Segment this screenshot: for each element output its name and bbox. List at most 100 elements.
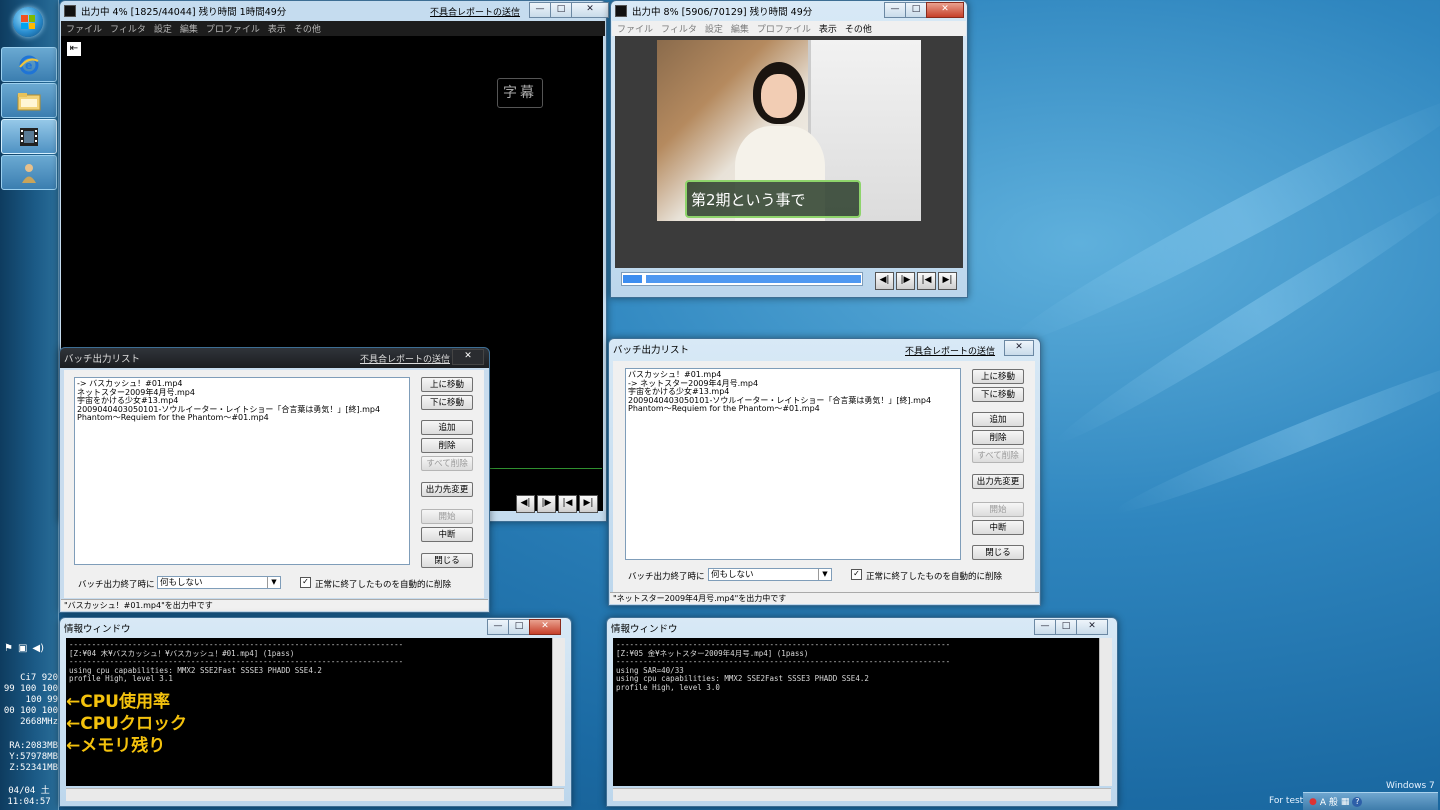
auto-delete-checkbox[interactable]: ✓ — [851, 569, 862, 580]
ime-tool-icon[interactable]: ▦ — [1341, 797, 1350, 807]
menu-item[interactable]: ファイル — [66, 22, 102, 35]
abort-button[interactable]: 中断 — [421, 527, 473, 542]
menu-item[interactable]: プロファイル — [206, 22, 260, 35]
close-button[interactable]: ✕ — [529, 619, 561, 635]
close-button[interactable]: ✕ — [1004, 340, 1034, 356]
change-destination-button[interactable]: 出力先変更 — [972, 474, 1024, 489]
menu-item[interactable]: 編集 — [731, 22, 749, 35]
next-frame-button[interactable]: |▶ — [537, 495, 556, 513]
close-dialog-button[interactable]: 閉じる — [972, 545, 1024, 560]
ime-indicator[interactable]: A 般 — [1320, 795, 1338, 808]
cpu-model: Ci7 920 — [20, 673, 58, 683]
next-frame-button[interactable]: |▶ — [896, 272, 915, 290]
speaker-icon[interactable]: ◀) — [32, 643, 44, 654]
cpu-usage-row: 99 100 100 — [3, 684, 58, 694]
batch-panel: -> バスカッシュ！#01.mp4 ネットスター2009年4月号.mp4 宇宙をかけ… — [64, 370, 484, 598]
go-start-button[interactable]: |◀ — [558, 495, 577, 513]
taskbar-explorer-button[interactable] — [1, 83, 57, 118]
minimize-button[interactable]: — — [884, 2, 906, 18]
bug-report-link[interactable]: 不具合レポートの送信 — [360, 352, 450, 365]
menu-item[interactable]: その他 — [845, 22, 872, 35]
internet-explorer-icon: e — [19, 55, 39, 74]
menu-item[interactable]: プロファイル — [757, 22, 811, 35]
prev-frame-button[interactable]: ◀| — [875, 272, 894, 290]
delete-button[interactable]: 削除 — [421, 438, 473, 453]
list-item[interactable]: Phantom～Requiem for the Phantom～#01.mp4 — [77, 413, 407, 423]
menu-item[interactable]: その他 — [294, 22, 321, 35]
close-button[interactable]: ✕ — [926, 2, 964, 18]
change-destination-button[interactable]: 出力先変更 — [421, 482, 473, 497]
close-dialog-button[interactable]: 閉じる — [421, 553, 473, 568]
menu-item[interactable]: 設定 — [154, 22, 172, 35]
batch-end-select[interactable]: 何もしない ▼ — [157, 576, 281, 589]
alert-icon[interactable]: ● — [1309, 797, 1317, 807]
minimize-button[interactable]: — — [487, 619, 509, 635]
batch-end-select[interactable]: 何もしない ▼ — [708, 568, 832, 581]
abort-button[interactable]: 中断 — [972, 520, 1024, 535]
bug-report-link[interactable]: 不具合レポートの送信 — [905, 344, 995, 357]
close-button[interactable]: ✕ — [452, 349, 484, 365]
menu-item[interactable]: 表示 — [819, 22, 837, 35]
batch-end-label: バッチ出力終了時に — [78, 580, 155, 590]
bug-report-link[interactable]: 不具合レポートの送信 — [430, 5, 520, 18]
clock[interactable]: 04/04 土 11:04:57 — [0, 786, 58, 808]
progress-track[interactable] — [621, 272, 863, 286]
start-button[interactable]: 開始 — [421, 509, 473, 524]
menu-item[interactable]: フィルタ — [661, 22, 697, 35]
delete-all-button[interactable]: すべて削除 — [421, 456, 473, 471]
menu-item[interactable]: フィルタ — [110, 22, 146, 35]
list-item[interactable]: Phantom～Requiem for the Phantom～#01.mp4 — [628, 404, 958, 414]
close-button[interactable]: ✕ — [1076, 619, 1108, 635]
horizontal-scrollbar[interactable] — [66, 788, 564, 801]
minimize-button[interactable]: — — [529, 2, 551, 18]
arrow-left-icon[interactable]: ⇤ — [67, 42, 81, 56]
maximize-button[interactable]: □ — [1055, 619, 1077, 635]
log-scrollbar[interactable] — [552, 638, 565, 786]
flag-icon[interactable]: ⚑ — [4, 643, 13, 654]
network-icon[interactable]: ▣ — [18, 643, 27, 654]
move-down-button[interactable]: 下に移動 — [972, 387, 1024, 402]
taskbar-user-button[interactable] — [1, 155, 57, 190]
maximize-button[interactable]: □ — [508, 619, 530, 635]
add-button[interactable]: 追加 — [972, 412, 1024, 427]
start-button[interactable]: 開始 — [972, 502, 1024, 517]
delete-all-button[interactable]: すべて削除 — [972, 448, 1024, 463]
start-button[interactable] — [13, 7, 43, 37]
move-up-button[interactable]: 上に移動 — [972, 369, 1024, 384]
folder-icon — [17, 92, 41, 110]
window-controls: — □ ✕ — [529, 2, 609, 18]
svg-text:e: e — [25, 59, 32, 72]
clock-time: 11:04:57 — [7, 797, 51, 807]
batch-end-value: 何もしない — [160, 578, 203, 588]
menu-item[interactable]: ファイル — [617, 22, 653, 35]
batch-file-list[interactable]: バスカッシュ！#01.mp4 -> ネットスター2009年4月号.mp4 宇宙をかけ… — [625, 368, 961, 560]
close-button[interactable]: ✕ — [571, 2, 609, 18]
go-start-button[interactable]: |◀ — [917, 272, 936, 290]
go-end-button[interactable]: ▶| — [579, 495, 598, 513]
add-button[interactable]: 追加 — [421, 420, 473, 435]
window-controls: ✕ — [452, 349, 484, 365]
taskbar-encoder-button[interactable] — [1, 119, 57, 154]
horizontal-scrollbar[interactable] — [613, 788, 1111, 801]
move-up-button[interactable]: 上に移動 — [421, 377, 473, 392]
prev-frame-button[interactable]: ◀| — [516, 495, 535, 513]
log-scrollbar[interactable] — [1099, 638, 1112, 786]
taskbar-ie-button[interactable]: e — [1, 47, 57, 82]
batch-file-list[interactable]: -> バスカッシュ！#01.mp4 ネットスター2009年4月号.mp4 宇宙をかけ… — [74, 377, 410, 565]
menu-item[interactable]: 表示 — [268, 22, 286, 35]
title-bar[interactable]: 出力中 4% [1825/44044] 残り時間 1時間49分 — [60, 1, 606, 21]
move-down-button[interactable]: 下に移動 — [421, 395, 473, 410]
auto-delete-checkbox[interactable]: ✓ — [300, 577, 311, 588]
menu-item[interactable]: 編集 — [180, 22, 198, 35]
maximize-button[interactable]: □ — [550, 2, 572, 18]
clock-date: 04/04 土 — [8, 786, 50, 796]
annotation-memory: ←メモリ残り — [66, 736, 166, 756]
video-frame: 第2期という事で — [657, 40, 921, 221]
go-end-button[interactable]: ▶| — [938, 272, 957, 290]
help-icon[interactable]: ? — [1352, 796, 1363, 807]
progress-fill — [623, 275, 642, 283]
maximize-button[interactable]: □ — [905, 2, 927, 18]
minimize-button[interactable]: — — [1034, 619, 1056, 635]
delete-button[interactable]: 削除 — [972, 430, 1024, 445]
menu-item[interactable]: 設定 — [705, 22, 723, 35]
